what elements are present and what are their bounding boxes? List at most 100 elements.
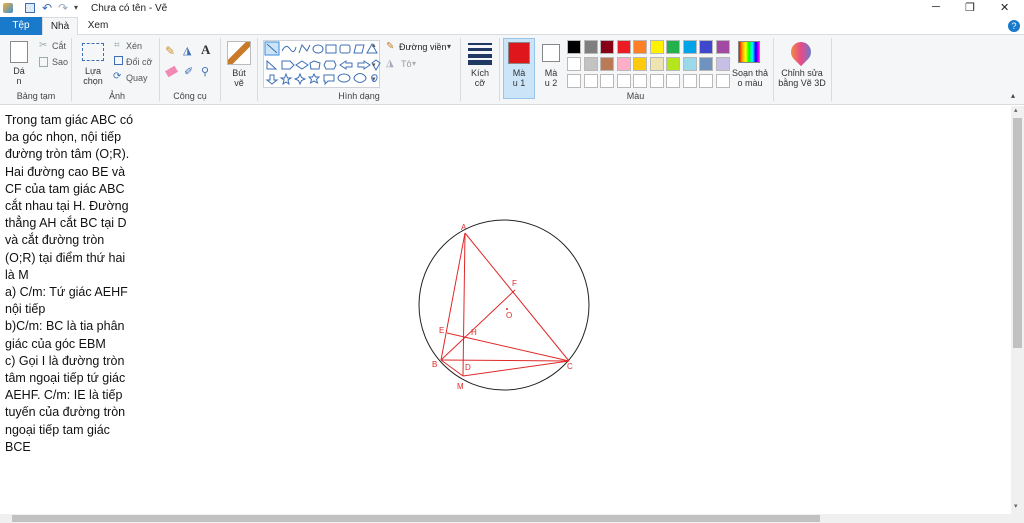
palette-swatch[interactable] [699,40,713,54]
minimize-button[interactable]: ─ [932,1,940,13]
palette-swatch[interactable] [600,40,614,54]
scroll-up-icon[interactable]: ▴ [1014,106,1018,114]
color1-swatch [508,42,530,64]
palette-swatch[interactable] [633,57,647,71]
side-bc [440,359,570,362]
undo-icon[interactable]: ↶ [42,1,52,15]
close-button[interactable]: ✕ [1000,1,1009,14]
color2-swatch[interactable] [542,44,560,62]
fill-dropdown-icon[interactable]: ▾ [412,59,416,68]
palette-swatch[interactable] [567,40,581,54]
shapes-scroll-up-icon[interactable]: ▴ [372,41,376,49]
horizontal-scroll-thumb[interactable] [12,515,820,522]
palette-swatch[interactable] [567,57,581,71]
palette-swatch[interactable] [715,74,730,88]
select-button[interactable]: Lựa chọn [78,66,108,86]
palette-swatch[interactable] [600,57,614,71]
brush-icon[interactable] [227,41,251,65]
edit-colors-icon[interactable] [738,41,760,63]
palette-swatch[interactable] [666,74,680,88]
help-icon[interactable]: ? [1008,20,1020,32]
shapes-expand-icon[interactable]: ▾ [372,75,376,83]
paint3d-icon[interactable] [786,37,816,67]
fill-bucket-icon[interactable]: ◮ [183,44,191,57]
tab-file[interactable]: Tệp [0,17,42,35]
label-o: O [506,311,512,320]
problem-text-line: nội tiếp [5,302,46,317]
problem-text-line: c) Gọi I là đường tròn [5,353,125,368]
rotate-icon[interactable]: ⟳ [113,71,121,82]
shapes-gallery[interactable] [263,40,381,88]
paint-app-icon [3,3,13,13]
palette-swatch[interactable] [600,74,614,88]
palette-swatch[interactable] [699,74,713,88]
palette-swatch[interactable] [616,74,631,88]
palette-swatch[interactable] [715,57,730,71]
fill-button[interactable]: Tô [401,59,412,69]
palette-swatch[interactable] [616,57,631,71]
outline-button[interactable]: Đường viền [399,42,446,52]
paste-icon[interactable] [10,41,28,63]
shapes-scroll-down-icon[interactable]: ▾ [372,61,376,69]
tab-view[interactable]: Xem [80,17,116,35]
edit-colors-button[interactable]: Soạn thả o màu [730,68,770,88]
select-icon[interactable] [82,43,104,61]
problem-text-line: đường tròn tâm (O;R). [5,147,130,162]
copy-icon[interactable] [39,57,48,67]
palette-swatch[interactable] [583,74,598,88]
size-button[interactable]: Kích cỡ [466,68,494,88]
horizontal-scrollbar[interactable] [0,514,1024,523]
fill-icon[interactable]: ◮ [386,58,394,69]
vertical-scroll-thumb[interactable] [1013,118,1022,348]
palette-swatch[interactable] [666,57,680,71]
paste-button[interactable]: Dá n [8,66,30,86]
crop-icon[interactable]: ⌗ [114,40,120,51]
resize-icon[interactable] [114,56,123,65]
copy-button[interactable]: Sao [52,57,68,67]
redo-icon[interactable]: ↷ [58,1,68,15]
palette-swatch[interactable] [682,57,697,71]
eraser-icon[interactable] [164,65,179,78]
palette-swatch[interactable] [715,40,730,54]
crop-button[interactable]: Xén [126,41,142,51]
palette-swatch[interactable] [567,74,581,88]
palette-swatch[interactable] [682,74,697,88]
palette-swatch[interactable] [682,40,697,54]
palette-swatch[interactable] [666,40,680,54]
problem-text-line: ngoại tiếp tam giác [5,422,110,437]
color2-button[interactable]: Mà u 2 [538,68,564,88]
text-tool-icon[interactable]: A [201,42,210,58]
palette-swatch[interactable] [583,57,598,71]
size-icon[interactable] [468,42,492,65]
maximize-button[interactable]: ❐ [965,1,975,14]
tools-group-label: Công cụ [173,91,207,101]
save-icon[interactable] [25,3,35,13]
paint3d-button[interactable]: Chỉnh sửa bằng Vẽ 3D [776,68,828,88]
label-f: F [512,279,517,288]
palette-swatch[interactable] [616,40,631,54]
resize-button[interactable]: Đổi cỡ [126,57,152,67]
palette-swatch[interactable] [633,40,647,54]
collapse-ribbon-icon[interactable]: ▴ [1011,91,1015,100]
palette-swatch[interactable] [633,74,647,88]
scroll-down-icon[interactable]: ▾ [1014,502,1018,510]
pencil-icon[interactable]: ✎ [165,44,175,58]
vertical-scrollbar[interactable]: ▴ ▾ [1011,106,1024,514]
outline-dropdown-icon[interactable]: ▾ [447,42,451,51]
color-picker-icon[interactable]: ✐ [184,65,193,78]
tab-home[interactable]: Nhà [42,17,78,35]
brushes-button[interactable]: Bút vẽ [228,68,250,88]
quick-access-dropdown-icon[interactable]: ▾ [74,3,78,12]
outline-icon[interactable]: ✎ [386,41,394,52]
rotate-button[interactable]: Quay [126,73,148,83]
canvas[interactable]: A B C D E F H O M [0,106,1011,514]
palette-swatch[interactable] [649,74,664,88]
cut-button[interactable]: Cắt [52,41,66,51]
palette-swatch[interactable] [649,57,664,71]
magnifier-icon[interactable]: ⚲ [201,65,209,78]
cut-icon[interactable]: ✂ [39,40,47,51]
palette-swatch[interactable] [649,40,664,54]
palette-swatch[interactable] [583,40,598,54]
problem-text-line: là M [5,267,29,282]
palette-swatch[interactable] [699,57,713,71]
